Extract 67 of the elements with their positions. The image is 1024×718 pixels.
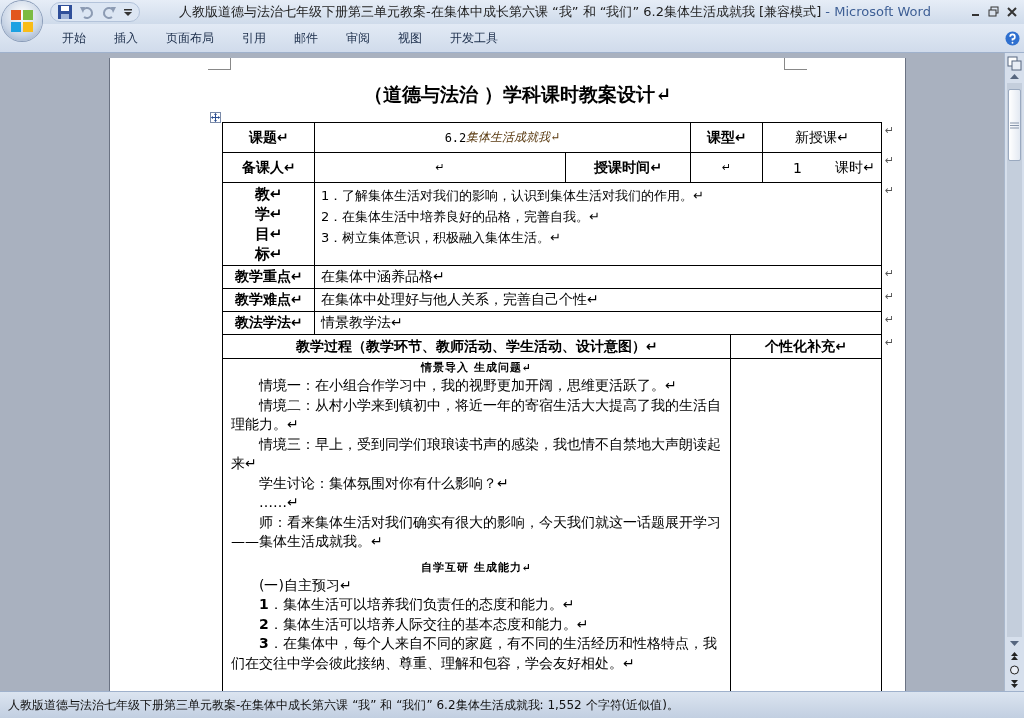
table-move-handle-icon[interactable] (210, 112, 221, 123)
paragraph: 3．在集体中，每个人来自不同的家庭，有不同的生活经历和性格特点，我们在交往中学会彼此接纳、尊重、理解和包容，学会友好相处。↵ (231, 634, 718, 673)
row-end-mark: ↵ (884, 153, 896, 169)
row-end-mark: ↵ (884, 312, 896, 328)
crop-mark (208, 58, 231, 70)
objective-item: 1．了解集体生活对我们的影响，认识到集体生活对我们的作用。↵ (321, 187, 706, 205)
table-cell: 教法学法↵ (222, 311, 314, 334)
table-cell: 1 课时↵ (762, 152, 882, 182)
row-end-mark: ↵ (884, 123, 896, 139)
ribbon-tab[interactable]: 视图 (384, 25, 436, 51)
row-end-mark: ↵ (884, 183, 896, 199)
grip-icon (1010, 121, 1019, 129)
label-character: 目↵ (254, 225, 283, 243)
table-cell: 在集体中处理好与他人关系，完善自己个性↵ (314, 288, 882, 311)
label-character: 学↵ (254, 205, 283, 223)
label-character: 标↵ (254, 245, 283, 263)
table-cell: 6.2集体生活成就我↵ (314, 122, 690, 152)
close-icon[interactable] (1006, 6, 1018, 18)
ribbon-tab[interactable]: 页面布局 (152, 25, 228, 51)
table-cell: 课题↵ (222, 122, 314, 152)
app-name: - Microsoft Word (825, 4, 931, 19)
document-heading: （道德与法治 ）学科课时教案设计↵ (362, 82, 673, 107)
paragraph: 情境一：在小组合作学习中，我的视野更加开阔，思维更活跃了。↵ (257, 376, 678, 395)
browse-object-icon[interactable] (1007, 663, 1022, 677)
table-cell: 教学过程（教学环节、教师活动、学生活动、设计意图）↵ (222, 334, 730, 358)
paragraph: (一)自主预习↵ (258, 575, 353, 595)
ribbon-tab[interactable]: 审阅 (332, 25, 384, 51)
ribbon-tab[interactable]: 开始 (48, 25, 100, 51)
objective-item: 3．树立集体意识，积极融入集体生活。↵ (321, 229, 563, 247)
office-button[interactable] (2, 1, 42, 41)
ribbon-tab[interactable]: 开发工具 (436, 25, 512, 51)
table-cell: 教学重点↵ (222, 265, 314, 288)
ribbon-tab[interactable]: 插入 (100, 25, 152, 51)
table-cell: 情景教学法↵ (314, 311, 882, 334)
table-cell: 个性化补充↵ (730, 334, 882, 358)
restore-icon[interactable] (988, 6, 1000, 18)
table-cell: 备课人↵ (222, 152, 314, 182)
scroll-thumb[interactable] (1008, 89, 1021, 161)
paragraph: 2．集体生活可以培养人际交往的基本态度和能力。↵ (258, 614, 590, 634)
ribbon-tab[interactable]: 邮件 (280, 25, 332, 51)
view-ruler-icon[interactable] (1007, 55, 1022, 71)
label-character: 教↵ (254, 185, 283, 203)
save-icon[interactable] (57, 4, 73, 20)
help-icon[interactable] (1005, 30, 1020, 46)
crop-mark (784, 58, 807, 70)
table-cell: ↵ (314, 152, 565, 182)
objective-item: 2．在集体生活中培养良好的品格，完善自我。↵ (321, 208, 602, 226)
ribbon-tab[interactable]: 引用 (228, 25, 280, 51)
window-title: 人教版道德与法治七年级下册第三单元教案-在集体中成长第六课 “我” 和 “我们” 6.2集体生活成就我 [兼容模式] (179, 4, 822, 19)
row-end-mark: ↵ (884, 335, 896, 351)
paragraph: 师：看来集体生活对我们确实有很大的影响，今天我们就这一话题展开学习——集体生活成就我。↵ (231, 512, 721, 551)
table-cell: ↵ (690, 152, 762, 182)
row-end-mark: ↵ (884, 289, 896, 305)
paragraph: 学生讨论：集体氛围对你有什么影响？↵ (258, 473, 510, 493)
paragraph: 情境二：从村小学来到镇初中，将近一年的寄宿生活大大提高了我的生活自理能力。↵ (231, 395, 721, 434)
row-end-mark: ↵ (884, 266, 896, 282)
table-cell: 课型↵ (690, 122, 762, 152)
table-cell: 教学难点↵ (222, 288, 314, 311)
table-cell: 授课时间↵ (565, 152, 690, 182)
section-heading: 情景导入 生成问题↵ (419, 360, 533, 376)
table-cell: 在集体中涵养品格↵ (314, 265, 882, 288)
paragraph: 1．集体生活可以培养我们负责任的态度和能力。↵ (258, 595, 576, 614)
paragraph: ……↵ (258, 493, 300, 512)
table-cell: 新授课↵ (762, 122, 882, 152)
section-heading: 自学互研 生成能力↵ (419, 559, 533, 576)
paragraph: 情境三：早上，受到同学们琅琅读书声的感染，我也情不自禁地大声朗读起来↵ (231, 434, 721, 473)
status-text: 人教版道德与法治七年级下册第三单元教案-在集体中成长第六课 “我” 和 “我们” 6.2集体生活成就我: 1,552 个字符(近似值)。 (8, 696, 679, 714)
